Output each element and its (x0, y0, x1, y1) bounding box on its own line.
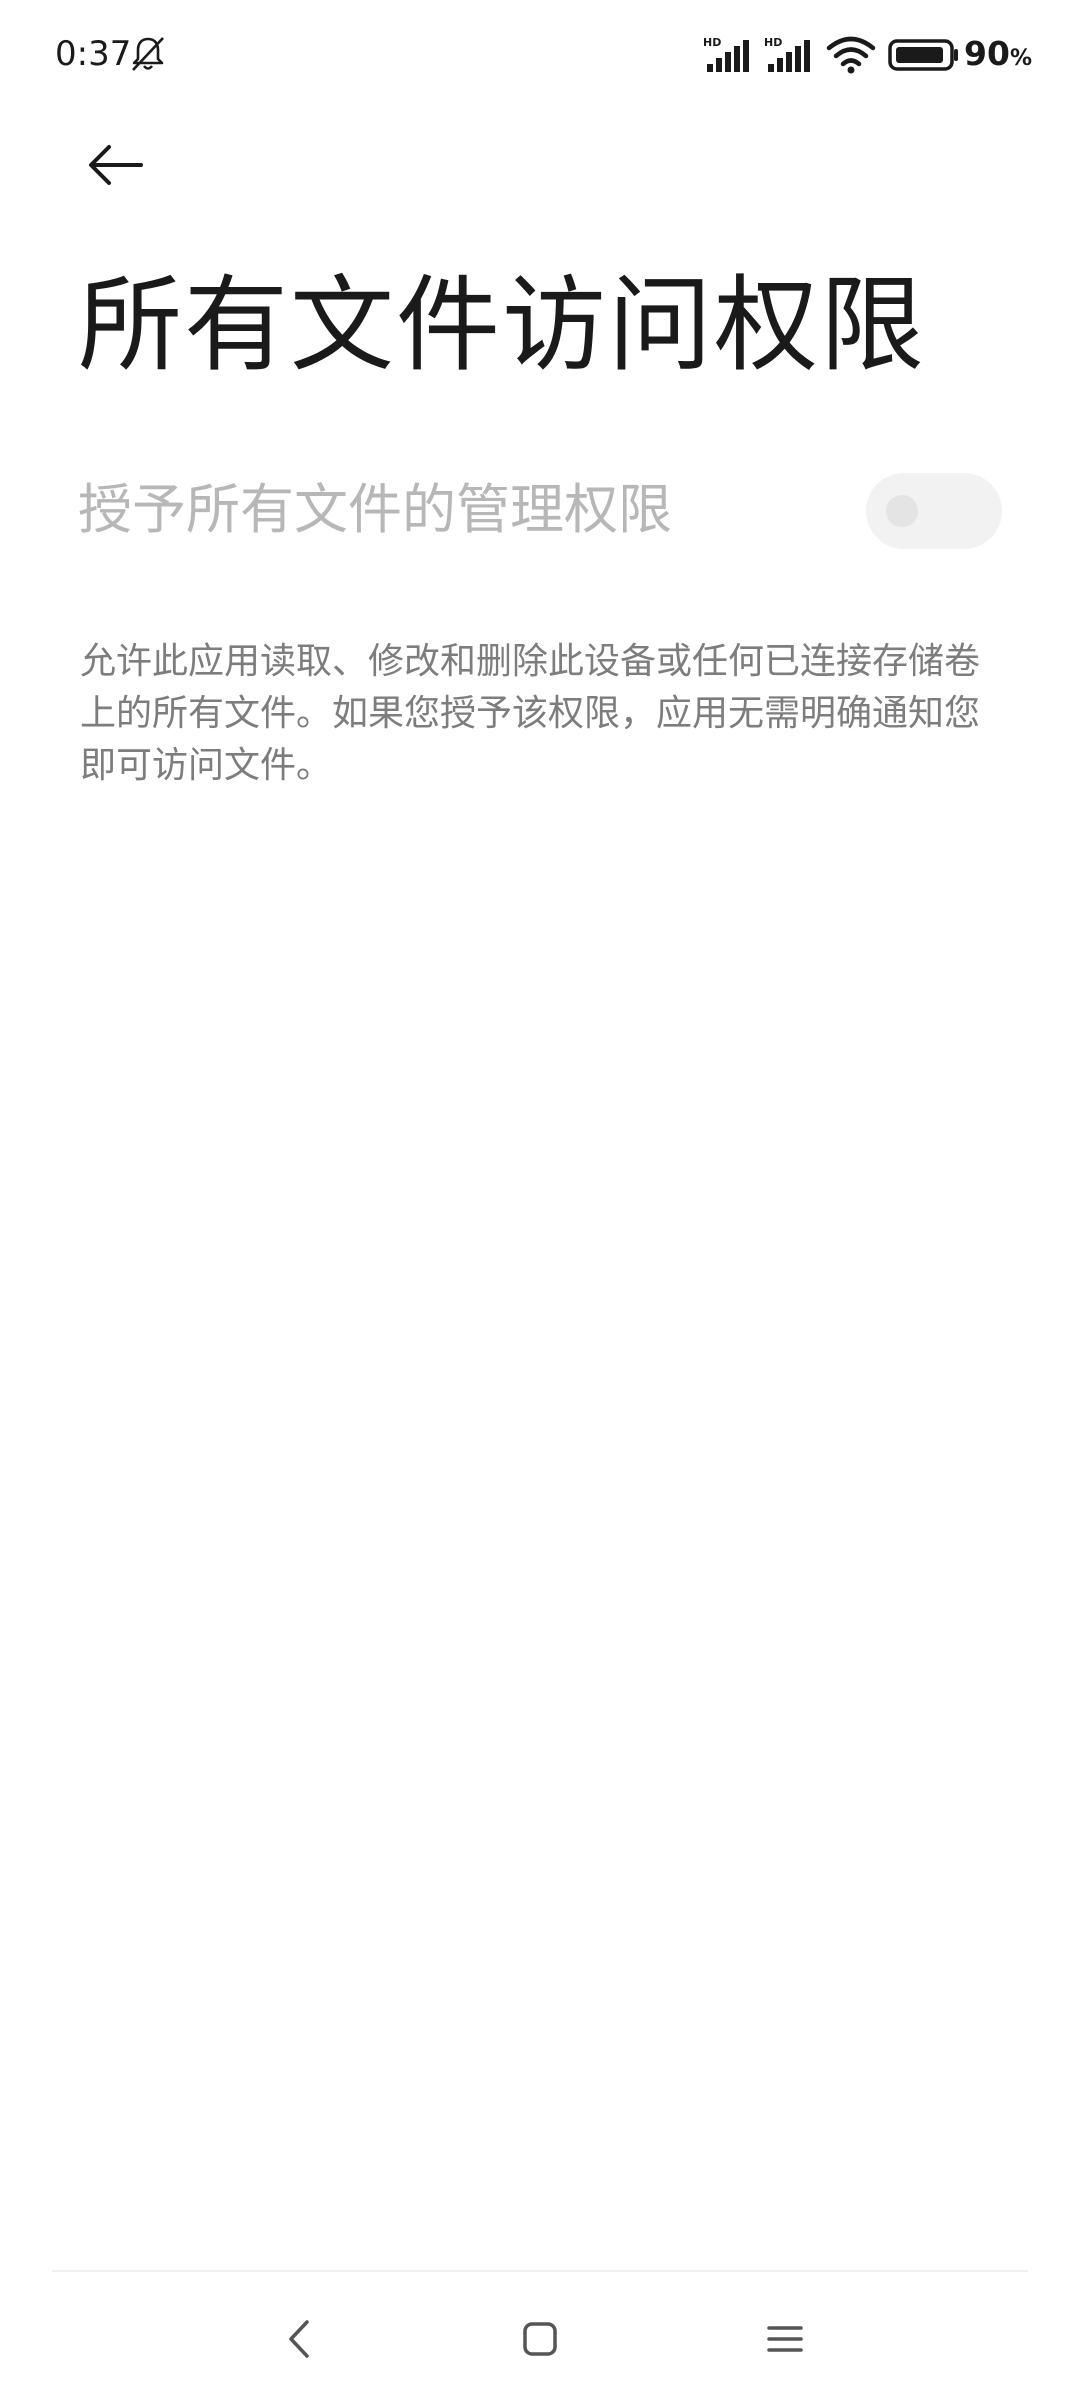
nav-home-icon (523, 2322, 557, 2356)
battery-icon (888, 39, 958, 71)
bell-off-icon (132, 37, 164, 71)
arrow-left-icon (89, 145, 143, 185)
nav-recents-icon (767, 2326, 803, 2352)
svg-text:HD: HD (764, 36, 782, 49)
nav-home-button[interactable] (495, 2294, 585, 2384)
status-time: 0:37 (55, 34, 132, 74)
battery-value: 90 (964, 34, 1010, 73)
nav-back-button[interactable] (254, 2294, 344, 2384)
battery-percentage: 90% (964, 30, 1032, 83)
nav-back-icon (289, 2320, 309, 2358)
signal-hd-icon: HD (703, 36, 749, 72)
back-button[interactable] (60, 120, 170, 210)
grant-all-files-setting[interactable]: 授予所有文件的管理权限 (78, 455, 1008, 565)
grant-permission-toggle[interactable] (866, 473, 1002, 549)
battery-unit: % (1009, 46, 1032, 71)
status-bar: 0:37 HD HD 90% (0, 0, 1080, 110)
screen: 0:37 HD HD 90% 所有文件访问权限 授予所有文件的管理权限 允许此应… (0, 0, 1080, 2400)
navigation-bar (0, 2272, 1080, 2400)
toggle-knob (886, 495, 918, 527)
svg-text:HD: HD (703, 36, 721, 49)
page-title: 所有文件访问权限 (78, 264, 927, 386)
permission-description: 允许此应用读取、修改和删除此设备或任何已连接存储卷上的所有文件。如果您授予该权限… (80, 641, 981, 786)
nav-recents-button[interactable] (740, 2294, 830, 2384)
signal-hd-icon: HD (764, 36, 810, 72)
setting-label: 授予所有文件的管理权限 (78, 478, 672, 541)
wifi-icon (826, 36, 876, 74)
